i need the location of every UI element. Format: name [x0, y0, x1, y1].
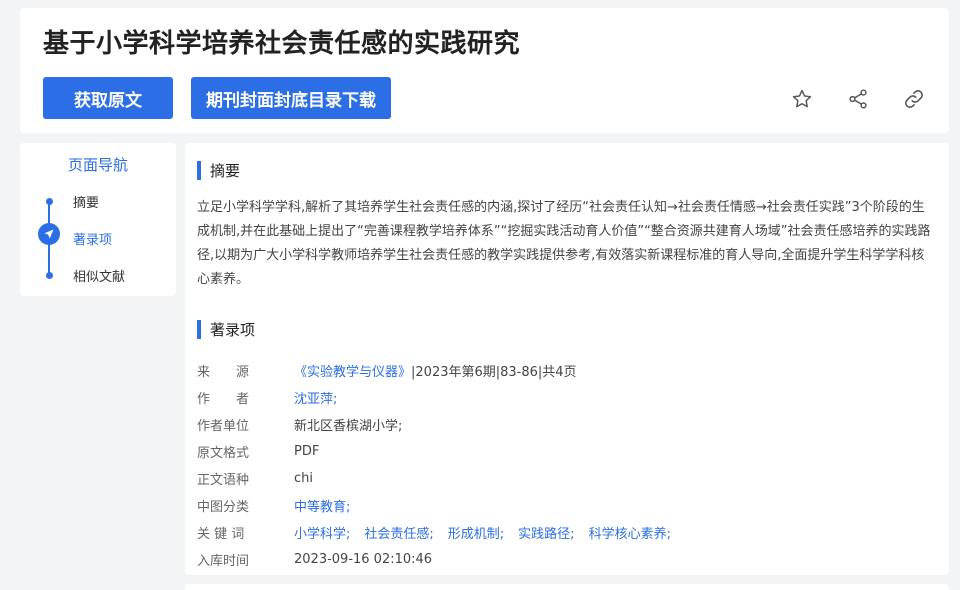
- record-row-format: 原文格式 PDF: [197, 438, 937, 465]
- keyword-link[interactable]: 小学科学;: [294, 527, 350, 542]
- nav-item-record[interactable]: 著录项: [73, 229, 112, 248]
- main-content: 摘要 立足小学科学学科,解析了其培养学生社会责任感的内涵,探讨了经历“社会责任认…: [185, 143, 949, 575]
- classification-link[interactable]: 中等教育;: [294, 496, 350, 515]
- record-row-language: 正文语种 chi: [197, 465, 937, 492]
- classification-label: 中图分类: [197, 500, 250, 515]
- nav-item-similar[interactable]: 相似文献: [73, 266, 125, 285]
- abstract-heading: 摘要: [197, 160, 240, 181]
- journal-download-button[interactable]: 期刊封面封底目录下载: [191, 77, 391, 119]
- star-icon: [792, 89, 812, 108]
- record-row-keywords: 关 键 词 小学科学; 社会责任感; 形成机制; 实践路径; 科学核心素养;: [197, 519, 937, 546]
- abstract-text: 立足小学科学学科,解析了其培养学生社会责任感的内涵,探讨了经历“社会责任认知→社…: [197, 200, 931, 287]
- get-original-button[interactable]: 获取原文: [43, 77, 173, 119]
- nav-active-marker: [38, 223, 60, 245]
- page-navigation: 页面导航 摘要 著录项 相似文献: [20, 143, 176, 296]
- language-label: 正文语种: [197, 473, 250, 488]
- link-icon: [905, 90, 923, 108]
- format-value: PDF: [294, 444, 320, 459]
- affiliation-value: 新北区香槟湖小学;: [294, 419, 403, 434]
- record-heading-label: 著录项: [210, 321, 256, 339]
- nav-dot-abstract: [45, 198, 53, 205]
- next-section-card: [185, 584, 949, 590]
- share-button[interactable]: [845, 86, 871, 112]
- source-label: 来 源: [197, 365, 250, 380]
- nav-title: 页面导航: [67, 156, 128, 174]
- affiliation-label: 作者单位: [197, 419, 250, 434]
- indexed-label: 入库时间: [197, 554, 250, 569]
- favorite-button[interactable]: [789, 86, 815, 112]
- navigation-arrow-icon: [44, 229, 54, 239]
- author-link[interactable]: 沈亚萍;: [294, 388, 337, 407]
- section-marker: [197, 320, 201, 339]
- article-title: 基于小学科学培养社会责任感的实践研究: [43, 29, 521, 59]
- record-table: 来 源 《实验教学与仪器》|2023年第6期|83-86|共4页 作 者 沈亚萍…: [197, 357, 937, 573]
- keyword-link[interactable]: 社会责任感;: [364, 527, 433, 542]
- language-value: chi: [294, 471, 313, 486]
- record-heading: 著录项: [197, 319, 255, 340]
- source-journal-link[interactable]: 《实验教学与仪器》: [294, 365, 411, 380]
- section-marker: [197, 161, 201, 180]
- keyword-link[interactable]: 实践路径;: [518, 527, 574, 542]
- record-row-indexed: 入库时间 2023-09-16 02:10:46: [197, 546, 937, 573]
- record-row-classification: 中图分类 中等教育;: [197, 492, 937, 519]
- nav-dot-similar: [45, 272, 53, 279]
- format-label: 原文格式: [197, 446, 250, 461]
- keyword-link[interactable]: 形成机制;: [448, 527, 504, 542]
- copy-link-button[interactable]: [901, 86, 927, 112]
- share-icon: [849, 89, 867, 109]
- article-header: 基于小学科学培养社会责任感的实践研究 获取原文 期刊封面封底目录下载: [20, 8, 949, 133]
- keywords-label: 关 键 词: [197, 527, 245, 542]
- nav-item-abstract[interactable]: 摘要: [73, 192, 99, 211]
- keyword-link[interactable]: 科学核心素养;: [589, 527, 671, 542]
- record-row-source: 来 源 《实验教学与仪器》|2023年第6期|83-86|共4页: [197, 357, 937, 384]
- abstract-heading-label: 摘要: [210, 162, 241, 180]
- author-label: 作 者: [197, 392, 250, 407]
- indexed-time: 2023-09-16 02:10:46: [294, 552, 433, 567]
- record-row-author: 作 者 沈亚萍;: [197, 384, 937, 411]
- record-row-affiliation: 作者单位 新北区香槟湖小学;: [197, 411, 937, 438]
- source-detail: |2023年第6期|83-86|共4页: [411, 365, 577, 380]
